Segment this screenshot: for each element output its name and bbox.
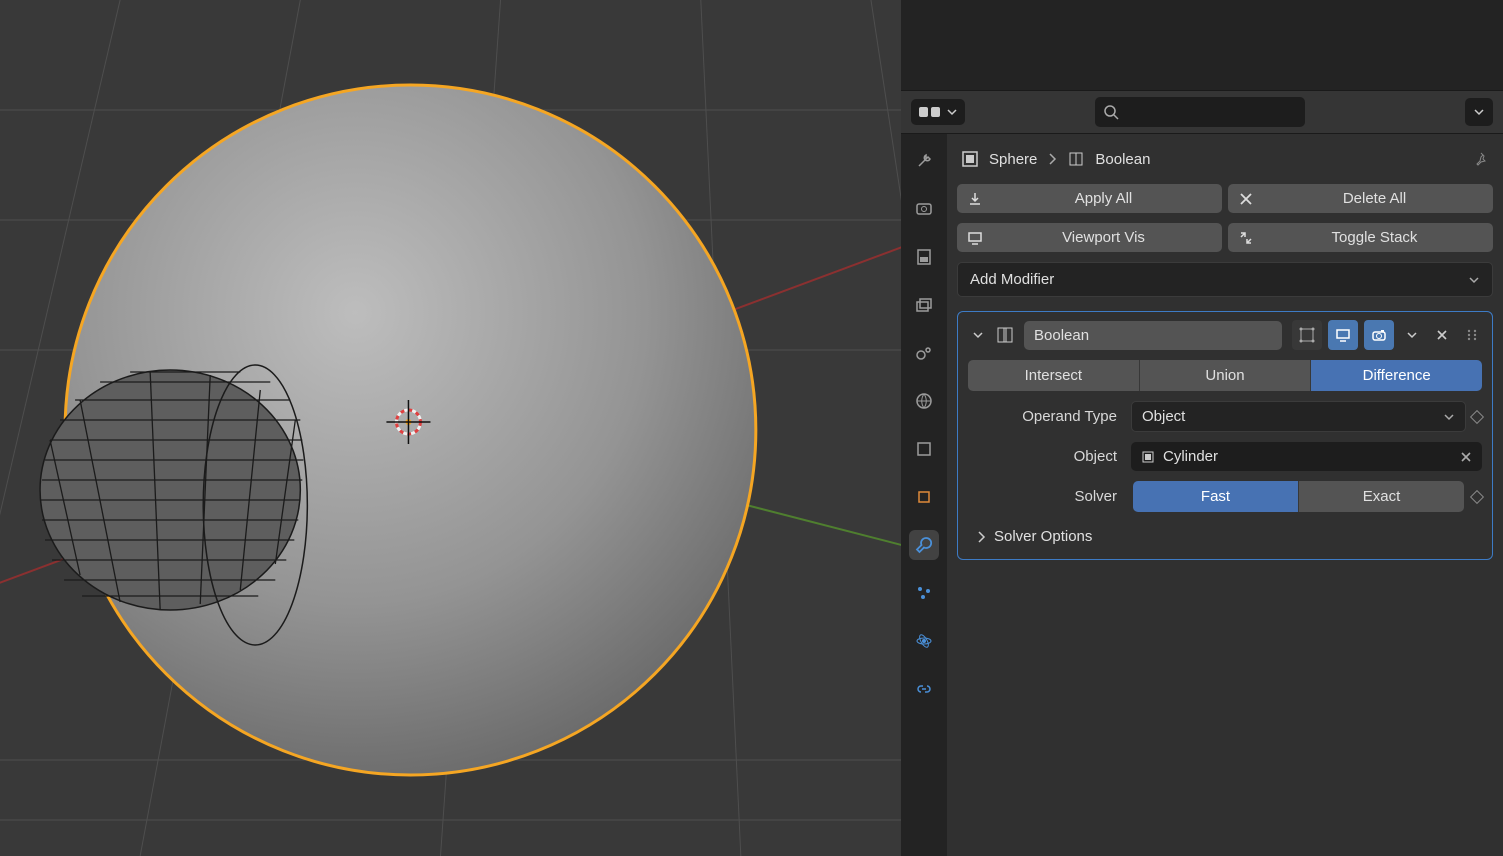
apply-all-button[interactable]: Apply All <box>957 184 1222 213</box>
tab-collection[interactable] <box>909 434 939 464</box>
breadcrumb-object[interactable]: Sphere <box>989 151 1037 168</box>
solver-options-label: Solver Options <box>994 528 1092 545</box>
modifiers-panel: Sphere Boolean Apply All <box>947 134 1503 856</box>
mesh-icon <box>1141 450 1155 464</box>
viewport-vis-label: Viewport Vis <box>993 229 1214 246</box>
display-mode-dropdown[interactable] <box>911 99 965 125</box>
tab-render[interactable] <box>909 194 939 224</box>
breadcrumb: Sphere Boolean <box>957 144 1493 174</box>
properties-tab-column <box>901 134 947 856</box>
monitor-icon <box>965 230 985 246</box>
properties-region: Sphere Boolean Apply All <box>901 0 1503 856</box>
properties-search[interactable] <box>1095 97 1305 127</box>
close-icon <box>1236 192 1256 206</box>
toggle-stack-button[interactable]: Toggle Stack <box>1228 223 1493 252</box>
breadcrumb-modifier[interactable]: Boolean <box>1095 151 1150 168</box>
panel-icon <box>919 105 941 119</box>
object-value: Cylinder <box>1163 448 1218 465</box>
modifier-extras-dropdown[interactable] <box>1400 323 1424 347</box>
grip-icon <box>1466 328 1478 342</box>
add-modifier-dropdown[interactable]: Add Modifier <box>957 262 1493 297</box>
chevron-down-icon <box>1443 411 1455 423</box>
tab-object[interactable] <box>909 482 939 512</box>
viewport-vis-button[interactable]: Viewport Vis <box>957 223 1222 252</box>
download-icon <box>965 191 985 207</box>
keyframe-solver[interactable] <box>1470 489 1484 503</box>
search-icon <box>1103 104 1119 120</box>
tab-physics[interactable] <box>909 626 939 656</box>
chevron-down-icon <box>1406 329 1418 341</box>
cage-icon <box>1299 327 1315 343</box>
object-row: Object Cylinder <box>966 442 1484 471</box>
tab-particles[interactable] <box>909 578 939 608</box>
modifier-icon <box>1067 150 1085 168</box>
chevron-right-icon <box>1047 153 1057 165</box>
properties-header <box>901 90 1503 134</box>
operation-union[interactable]: Union <box>1139 360 1311 391</box>
solver-row: Solver Fast Exact <box>966 481 1484 512</box>
camera-icon <box>1371 327 1387 343</box>
chevron-down-icon <box>947 107 957 117</box>
solver-options-toggle[interactable]: Solver Options <box>966 522 1484 551</box>
object-icon <box>961 150 979 168</box>
clear-icon[interactable] <box>1460 451 1472 463</box>
operation-segmented: Intersect Union Difference <box>968 360 1482 391</box>
show-on-cage-toggle[interactable] <box>1292 320 1322 350</box>
delete-all-button[interactable]: Delete All <box>1228 184 1493 213</box>
operand-type-dropdown[interactable]: Object <box>1131 401 1466 432</box>
add-modifier-label: Add Modifier <box>970 271 1054 288</box>
chevron-down-icon <box>1468 274 1480 286</box>
modifier-name-text: Boolean <box>1034 327 1089 344</box>
boolean-icon <box>996 326 1014 344</box>
tab-tool[interactable] <box>909 146 939 176</box>
toggle-stack-label: Toggle Stack <box>1264 229 1485 246</box>
operation-intersect[interactable]: Intersect <box>968 360 1139 391</box>
modifier-header: Boolean <box>966 320 1484 350</box>
button-row-1: Apply All Delete All <box>957 184 1493 213</box>
operand-type-label: Operand Type <box>968 408 1123 425</box>
pin-button[interactable] <box>1473 151 1489 167</box>
modifier-boolean: Boolean <box>957 311 1493 560</box>
header-blank <box>901 0 1503 90</box>
solver-segmented: Fast Exact <box>1133 481 1464 512</box>
viewport-3d[interactable] <box>0 0 901 856</box>
modifier-delete-button[interactable] <box>1430 323 1454 347</box>
collapse-toggle[interactable] <box>966 323 990 347</box>
tab-world[interactable] <box>909 386 939 416</box>
close-icon <box>1436 329 1448 341</box>
show-viewport-toggle[interactable] <box>1328 320 1358 350</box>
tab-constraints[interactable] <box>909 674 939 704</box>
modifier-drag-handle[interactable] <box>1460 323 1484 347</box>
options-button[interactable] <box>1465 98 1493 126</box>
expand-icon <box>1236 230 1256 246</box>
object-label: Object <box>968 448 1123 465</box>
keyframe-operand-type[interactable] <box>1470 409 1484 423</box>
solver-label: Solver <box>968 488 1123 505</box>
solver-fast[interactable]: Fast <box>1133 481 1298 512</box>
button-row-2: Viewport Vis Toggle Stack <box>957 223 1493 252</box>
chevron-right-icon <box>976 531 986 543</box>
object-field[interactable]: Cylinder <box>1131 442 1482 471</box>
operand-type-row: Operand Type Object <box>966 401 1484 432</box>
chevron-down-icon <box>1474 107 1484 117</box>
tab-viewlayer[interactable] <box>909 290 939 320</box>
modifier-name-field[interactable]: Boolean <box>1024 321 1282 350</box>
operation-difference[interactable]: Difference <box>1310 360 1482 391</box>
show-render-toggle[interactable] <box>1364 320 1394 350</box>
apply-all-label: Apply All <box>993 190 1214 207</box>
monitor-icon <box>1335 327 1351 343</box>
tab-modifiers[interactable] <box>909 530 939 560</box>
delete-all-label: Delete All <box>1264 190 1485 207</box>
tab-scene[interactable] <box>909 338 939 368</box>
solver-exact[interactable]: Exact <box>1298 481 1464 512</box>
properties-body: Sphere Boolean Apply All <box>901 134 1503 856</box>
pin-icon <box>1473 151 1489 167</box>
tab-output[interactable] <box>909 242 939 272</box>
operand-type-value: Object <box>1142 408 1185 425</box>
